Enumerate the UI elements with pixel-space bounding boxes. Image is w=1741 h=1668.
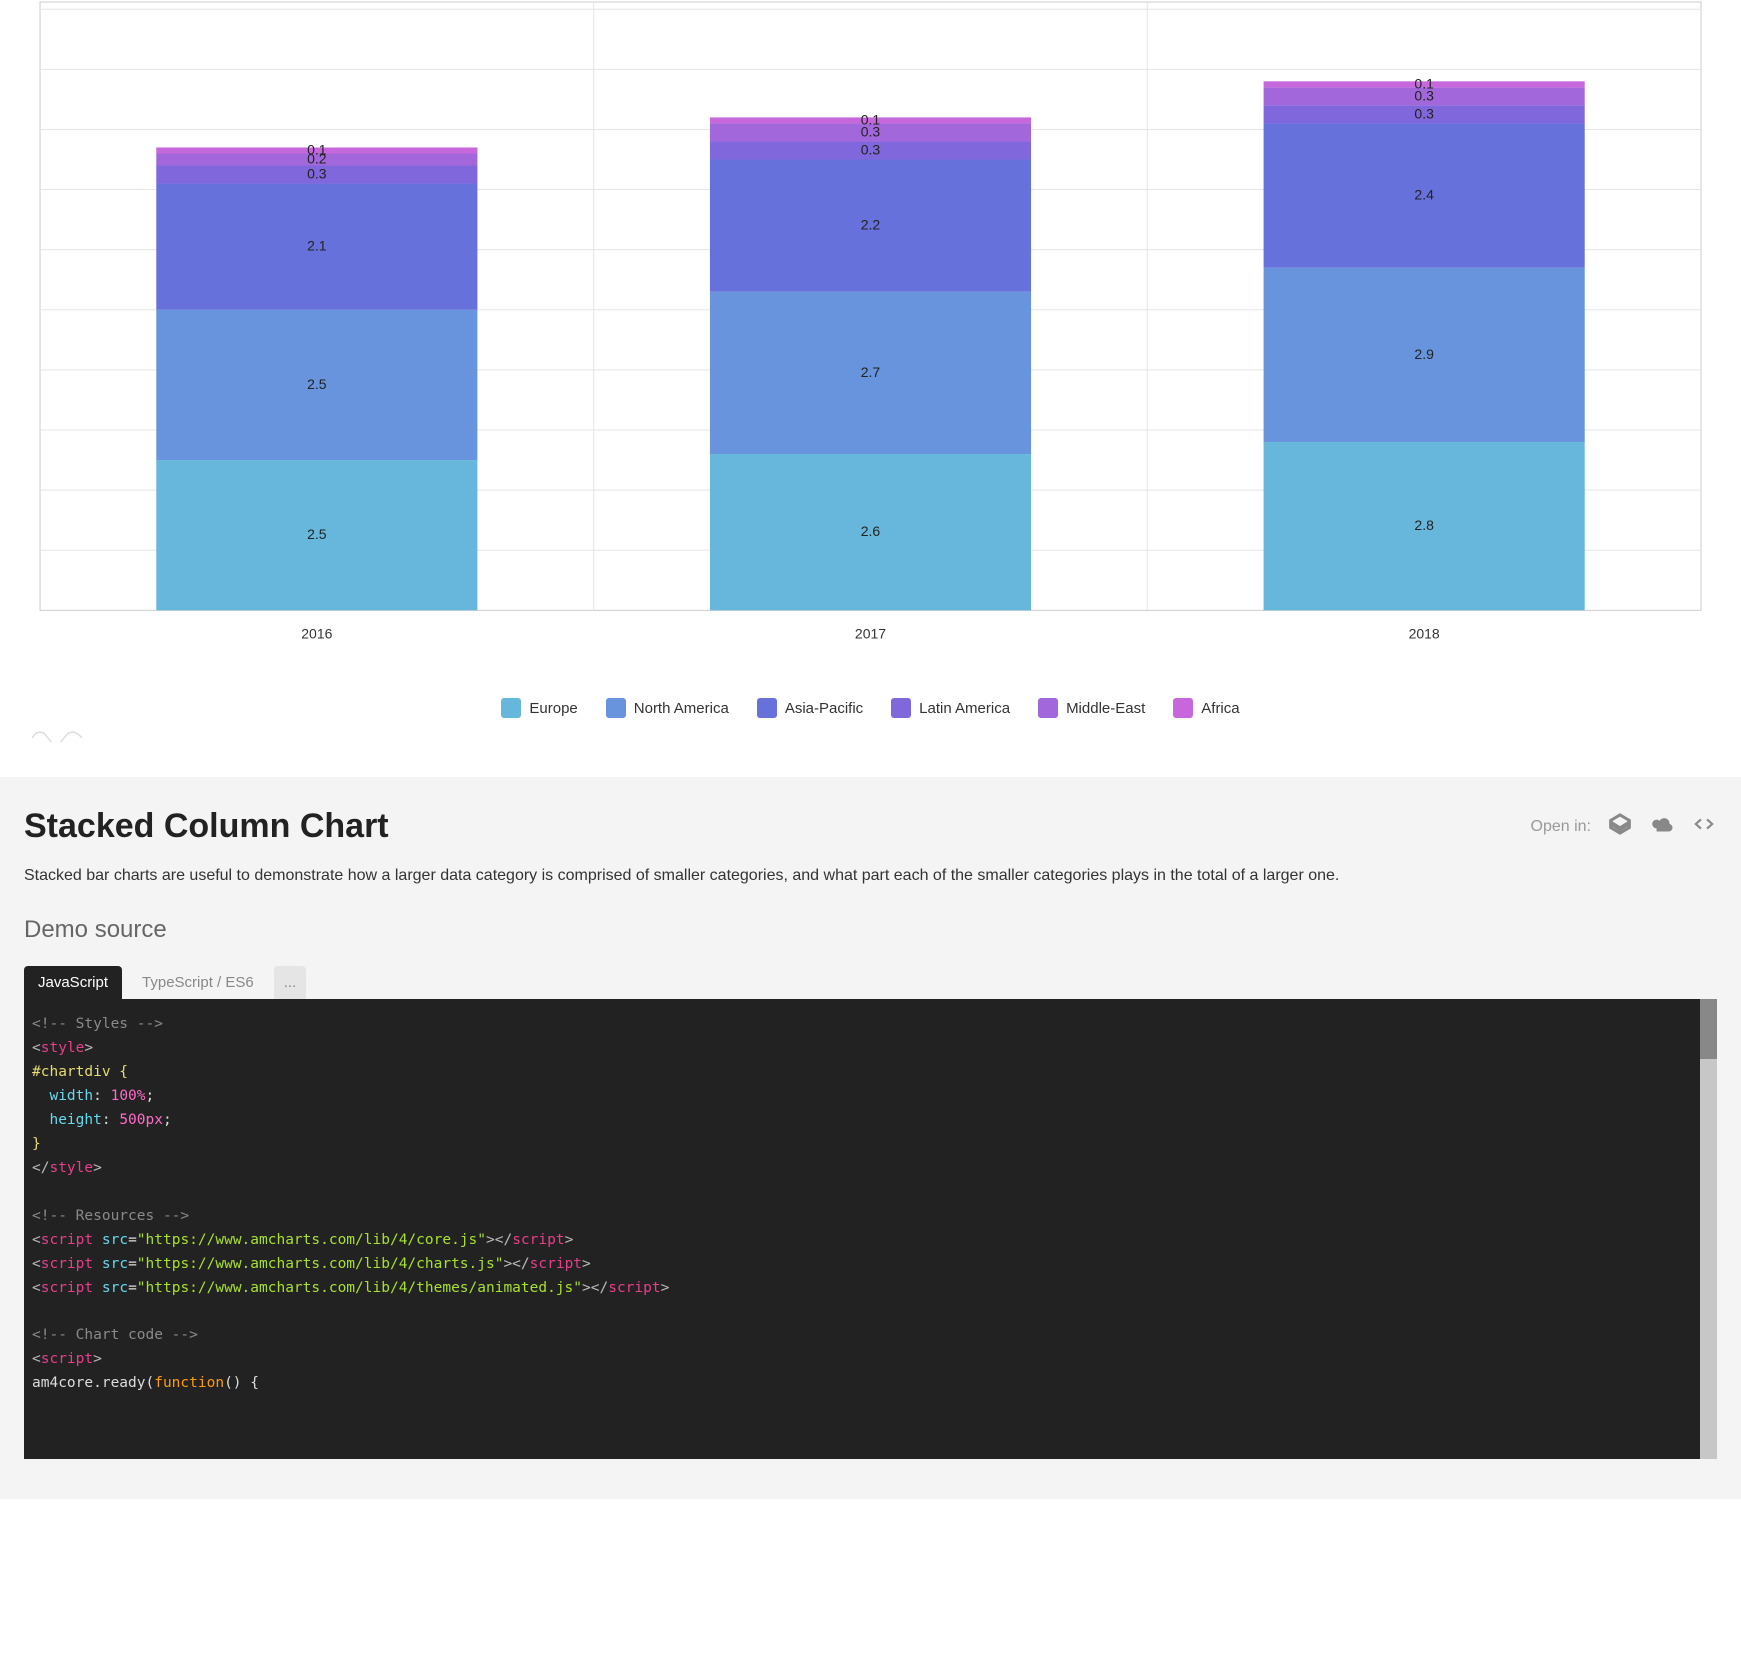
legend-swatch — [1038, 698, 1058, 718]
bar-value-label: 2.6 — [861, 523, 881, 539]
chart-description: Stacked bar charts are useful to demonst… — [24, 864, 1717, 888]
jsfiddle-icon[interactable] — [1649, 811, 1675, 842]
bar-value-label: 2.4 — [1414, 187, 1434, 203]
bar-value-label: 2.8 — [1414, 517, 1434, 533]
bar-value-label: 2.1 — [307, 238, 327, 254]
chart-legend: Europe North America Asia-Pacific Latin Ame… — [30, 698, 1711, 718]
legend-item[interactable]: Middle-East — [1038, 698, 1145, 718]
open-in-label: Open in: — [1531, 818, 1591, 836]
demo-source-heading: Demo source — [24, 916, 1717, 944]
stacked-column-chart[interactable]: 2.52.52.10.30.20.120162.62.72.20.30.30.1… — [30, 0, 1711, 680]
x-axis-label: 2017 — [855, 625, 886, 641]
bar-value-label: 0.3 — [1414, 105, 1434, 121]
bar-value-label: 0.3 — [307, 166, 327, 182]
legend-swatch — [757, 698, 777, 718]
source-code: <!-- Styles --> <style> #chartdiv { widt… — [32, 1013, 1709, 1396]
amcharts-logo-icon[interactable] — [30, 724, 1711, 747]
legend-label: Asia-Pacific — [785, 700, 863, 717]
code-panel[interactable]: <!-- Styles --> <style> #chartdiv { widt… — [24, 999, 1717, 1459]
code-scrollthumb[interactable] — [1700, 999, 1717, 1059]
tab-javascript[interactable]: JavaScript — [24, 966, 122, 999]
bar-value-label: 2.5 — [307, 526, 327, 542]
legend-item[interactable]: Asia-Pacific — [757, 698, 863, 718]
bar-value-label: 0.1 — [307, 141, 327, 157]
legend-item[interactable]: Latin America — [891, 698, 1010, 718]
legend-label: Middle-East — [1066, 700, 1145, 717]
open-in-bar: Open in: — [1531, 811, 1717, 842]
codepen-icon[interactable] — [1607, 811, 1633, 842]
legend-swatch — [501, 698, 521, 718]
page-title: Stacked Column Chart — [24, 807, 389, 846]
bar-value-label: 0.3 — [861, 141, 881, 157]
bar-value-label: 2.5 — [307, 376, 327, 392]
legend-item[interactable]: Europe — [501, 698, 577, 718]
bar-value-label: 0.1 — [861, 111, 881, 127]
chart-svg: 2.52.52.10.30.20.120162.62.72.20.30.30.1… — [30, 0, 1711, 680]
legend-label: Latin America — [919, 700, 1010, 717]
bar-value-label: 2.2 — [861, 217, 881, 233]
code-scrollbar[interactable] — [1700, 999, 1717, 1459]
chart-section: 2.52.52.10.30.20.120162.62.72.20.30.30.1… — [0, 0, 1741, 777]
info-section: Stacked Column Chart Open in: Stacked ba… — [0, 777, 1741, 1499]
bar-value-label: 2.7 — [861, 364, 881, 380]
legend-swatch — [1173, 698, 1193, 718]
tab-typescript[interactable]: TypeScript / ES6 — [128, 966, 268, 999]
source-tabs: JavaScript TypeScript / ES6 ... — [24, 966, 1717, 999]
x-axis-label: 2016 — [301, 625, 332, 641]
legend-label: North America — [634, 700, 729, 717]
bar-value-label: 2.9 — [1414, 346, 1434, 362]
legend-item[interactable]: Africa — [1173, 698, 1239, 718]
bar-value-label: 0.1 — [1414, 75, 1434, 91]
x-axis-label: 2018 — [1409, 625, 1440, 641]
legend-item[interactable]: North America — [606, 698, 729, 718]
code-icon[interactable] — [1691, 811, 1717, 842]
legend-label: Europe — [529, 700, 577, 717]
tab-more[interactable]: ... — [274, 966, 307, 999]
legend-swatch — [606, 698, 626, 718]
legend-label: Africa — [1201, 700, 1239, 717]
legend-swatch — [891, 698, 911, 718]
